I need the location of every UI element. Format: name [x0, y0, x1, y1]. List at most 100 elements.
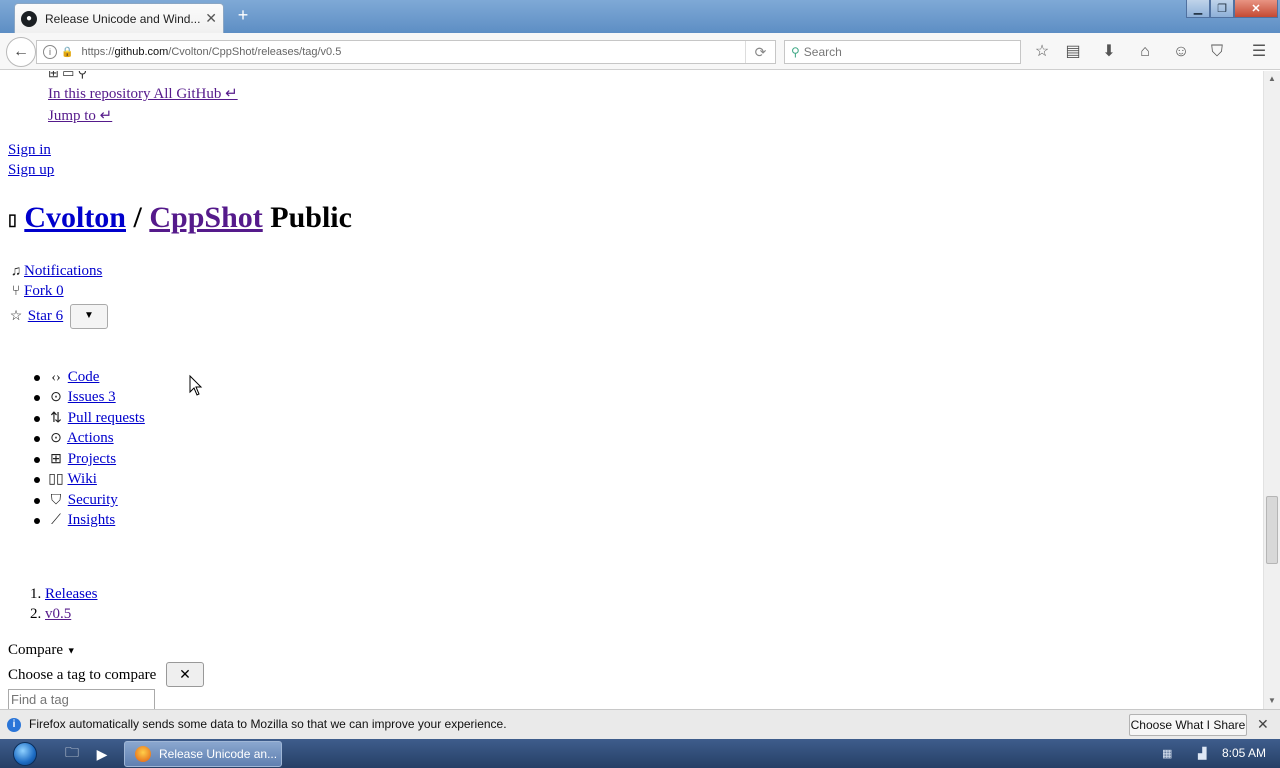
nav-item-label[interactable]: Issues 3 — [68, 389, 116, 405]
close-icon[interactable]: ✕ — [1257, 716, 1269, 733]
jump-to-link[interactable]: Jump to ↵ — [48, 106, 112, 125]
window-maximize-button[interactable]: ❐ — [1210, 0, 1234, 18]
sign-in-link[interactable]: Sign in — [8, 142, 51, 159]
close-compare-button[interactable]: ✕ — [166, 662, 204, 687]
caret-down-icon: ▼ — [66, 645, 76, 656]
nav-item-label[interactable]: Insights — [68, 512, 116, 528]
back-button[interactable]: ← — [6, 37, 36, 67]
breadcrumb-item: 2. v0.5 — [30, 606, 71, 623]
nav-item-label[interactable]: Security — [68, 492, 118, 508]
fork-link[interactable]: Fork 0 — [24, 283, 64, 299]
bell-icon: ♫ — [10, 264, 22, 279]
shield-icon: ⛉ — [50, 493, 62, 508]
breadcrumb-number: 2. — [30, 606, 42, 622]
wiki-icon: ▯▯ — [48, 472, 64, 487]
nav-item-label[interactable]: Projects — [68, 451, 116, 467]
site-info-icon[interactable]: i — [43, 45, 57, 59]
hello-chat-icon[interactable]: ☺ — [1170, 42, 1192, 64]
nav-item-issues[interactable]: ⊙ Issues 3 — [48, 389, 116, 406]
star-row: ☆ Star 6 — [8, 308, 63, 325]
search-scope-link[interactable]: In this repository All GitHub ↵ — [48, 84, 238, 103]
compare-dropdown[interactable]: Compare ▼ — [8, 642, 76, 659]
owner-link[interactable]: Cvolton — [24, 201, 126, 234]
lock-icon: 🔒 — [61, 46, 74, 58]
window-close-button[interactable]: ✕ — [1234, 0, 1278, 18]
star-dropdown-button[interactable]: ▼ — [70, 304, 108, 329]
repo-heading: ▯ Cvolton / CppShot Public — [8, 201, 352, 235]
tab-close-icon[interactable]: ✕ — [205, 10, 217, 27]
url-text[interactable]: https://github.com/Cvolton/CppShot/relea… — [81, 46, 745, 58]
projects-icon: ⊞ — [50, 452, 62, 467]
repo-icon: ▯ — [8, 212, 17, 230]
keyboard-tray-icon[interactable]: ▦ — [1162, 747, 1172, 760]
choose-what-i-share-button[interactable]: Choose What I Share — [1129, 714, 1247, 736]
reading-list-icon[interactable]: ▤ — [1062, 42, 1084, 64]
notifications-link[interactable]: Notifications — [24, 263, 102, 279]
info-icon: i — [7, 718, 21, 732]
home-icon[interactable]: ⌂ — [1134, 42, 1156, 64]
firefox-icon — [135, 746, 151, 762]
download-icon[interactable]: ⬇ — [1098, 42, 1120, 64]
windows-logo-icon — [13, 741, 37, 766]
explorer-taskbar-icon[interactable]: 🗀 — [58, 742, 86, 766]
nav-item-label[interactable]: Actions — [67, 430, 114, 446]
arrow-left-icon: ← — [13, 43, 29, 60]
compare-prompt: Choose a tag to compare — [8, 667, 157, 683]
search-input[interactable]: ⚲ Search — [784, 40, 1021, 64]
breadcrumb-number: 1. — [30, 586, 42, 602]
nav-item-label[interactable]: Pull requests — [68, 410, 145, 426]
mouse-cursor-icon — [189, 374, 203, 396]
notification-text: Firefox automatically sends some data to… — [29, 717, 507, 731]
network-tray-icon[interactable]: ▟ — [1198, 747, 1206, 760]
nav-item-security[interactable]: ⛉ Security — [48, 492, 118, 509]
search-placeholder: Search — [803, 45, 842, 59]
scroll-up-icon[interactable]: ▲ — [1264, 71, 1280, 87]
menu-icon[interactable]: ☰ — [1248, 42, 1270, 64]
telemetry-notification-bar: i Firefox automatically sends some data … — [0, 709, 1280, 739]
browser-toolbar: ← i 🔒 https://github.com/Cvolton/CppShot… — [0, 33, 1280, 70]
nav-item-code[interactable]: ‹› Code — [48, 369, 99, 386]
issue-icon: ⊙ — [50, 390, 62, 405]
page-viewport: ⊞ ▭ ⚲ In this repository All GitHub ↵ Ju… — [0, 71, 1263, 709]
nav-item-label[interactable]: Wiki — [67, 471, 96, 487]
nav-item-actions[interactable]: ⊙ Actions — [48, 430, 114, 447]
star-link[interactable]: Star 6 — [28, 308, 63, 324]
actions-icon: ⊙ — [50, 431, 62, 446]
reload-icon[interactable]: ⟳ — [745, 41, 775, 63]
windows-taskbar: 🗀 ▶ Release Unicode an... ▦ ▟ 8:05 AM — [0, 739, 1280, 768]
nav-item-wiki[interactable]: ▯▯ Wiki — [48, 471, 97, 488]
caret-down-icon: ▼ — [84, 310, 94, 321]
pocket-icon[interactable]: ⛉ — [1206, 42, 1228, 64]
sign-up-link[interactable]: Sign up — [8, 162, 54, 179]
tab-title: Release Unicode and Wind... — [45, 11, 201, 26]
address-bar[interactable]: i 🔒 https://github.com/Cvolton/CppShot/r… — [36, 40, 776, 64]
pull-request-icon: ⇅ — [50, 411, 62, 426]
search-engine-icon: ⚲ — [791, 45, 800, 59]
nav-item-pull-requests[interactable]: ⇅ Pull requests — [48, 410, 145, 427]
header-icons-cutoff: ⊞ ▭ ⚲ — [48, 71, 88, 80]
nav-item-projects[interactable]: ⊞ Projects — [48, 451, 116, 468]
find-tag-input[interactable] — [8, 689, 155, 709]
taskbar-window-label: Release Unicode an... — [159, 747, 278, 761]
scroll-down-icon[interactable]: ▼ — [1264, 693, 1280, 709]
firefox-taskbar-button[interactable]: Release Unicode an... — [124, 741, 282, 767]
scrollbar-thumb[interactable] — [1266, 496, 1278, 564]
browser-tab-active[interactable]: ● Release Unicode and Wind... ✕ — [14, 3, 224, 33]
breadcrumb-tag-link[interactable]: v0.5 — [45, 606, 71, 622]
page-scrollbar[interactable]: ▲ ▼ — [1263, 71, 1280, 709]
start-button[interactable] — [8, 739, 42, 768]
heading-separator: / — [133, 201, 142, 234]
fork-icon: ⑂ — [11, 284, 21, 299]
nav-item-insights[interactable]: ⟋ Insights — [48, 512, 115, 529]
window-minimize-button[interactable]: ▁ — [1186, 0, 1210, 18]
new-tab-button[interactable]: + — [232, 5, 254, 26]
media-player-taskbar-icon[interactable]: ▶ — [88, 742, 116, 766]
nav-item-label[interactable]: Code — [68, 369, 100, 385]
repo-link[interactable]: CppShot — [149, 201, 262, 234]
star-icon: ☆ — [9, 309, 23, 324]
bookmark-star-icon[interactable]: ☆ — [1031, 42, 1053, 64]
github-favicon-icon: ● — [21, 10, 37, 27]
system-clock[interactable]: 8:05 AM — [1222, 746, 1266, 760]
window-titlebar: ● Release Unicode and Wind... ✕ + ▁ ❐ ✕ — [0, 0, 1280, 33]
breadcrumb-releases-link[interactable]: Releases — [45, 586, 97, 602]
